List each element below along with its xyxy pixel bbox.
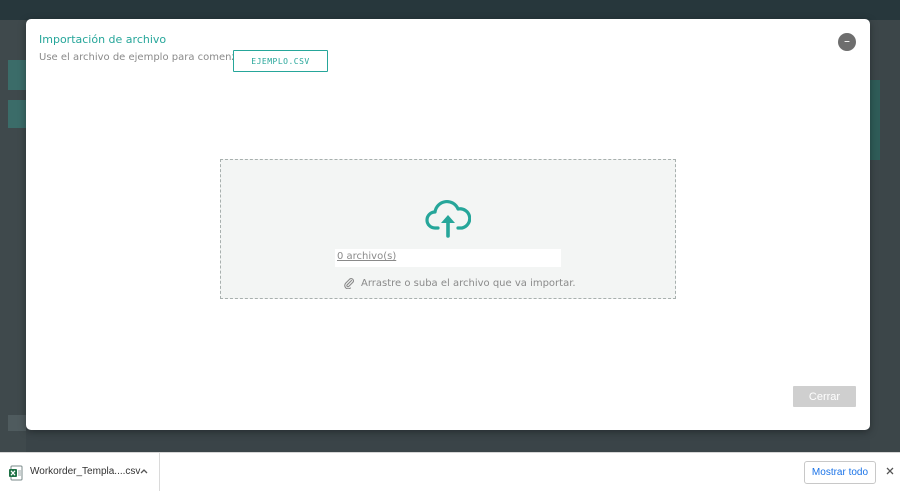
background-topbar	[0, 0, 900, 20]
dropzone-hint: Arrastre o suba el archivo que va import…	[343, 276, 576, 290]
file-dropzone[interactable]: 0 archivo(s) Arrastre o suba el archivo …	[220, 159, 676, 299]
sample-csv-button[interactable]: EJEMPLO.CSV	[233, 50, 328, 72]
modal-title: Importación de archivo	[39, 33, 167, 46]
minimize-button[interactable]: –	[838, 33, 856, 51]
modal-subtitle: Use el archivo de ejemplo para comenzar.	[39, 52, 250, 63]
file-count-row: 0 archivo(s)	[335, 249, 561, 267]
close-icon[interactable]	[884, 465, 896, 477]
download-filename: Workorder_Templa....csv	[30, 466, 141, 477]
cloud-upload-icon	[425, 199, 471, 238]
excel-file-icon	[9, 465, 23, 481]
file-count[interactable]: 0 archivo(s)	[337, 251, 396, 262]
chevron-up-icon[interactable]	[138, 465, 150, 477]
import-file-modal: Importación de archivo Use el archivo de…	[26, 19, 870, 430]
download-item[interactable]: Workorder_Templa....csv	[0, 453, 160, 491]
background-right-panel	[870, 20, 900, 452]
dropzone-hint-text: Arrastre o suba el archivo que va import…	[361, 277, 576, 289]
download-bar: Workorder_Templa....csv Mostrar todo	[0, 452, 900, 491]
close-button[interactable]: Cerrar	[793, 386, 856, 407]
show-all-button[interactable]: Mostrar todo	[804, 461, 876, 484]
background-sidebar	[0, 20, 26, 452]
paperclip-icon	[344, 278, 354, 289]
